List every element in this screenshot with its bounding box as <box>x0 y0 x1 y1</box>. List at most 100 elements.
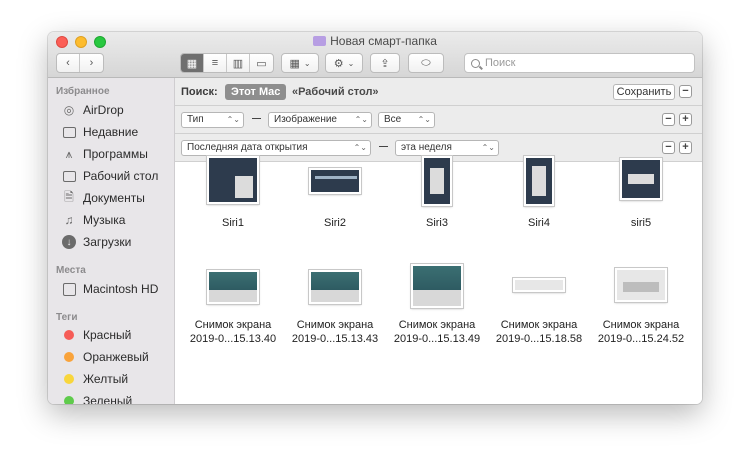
sidebar-tag-yellow[interactable]: Желтый <box>62 370 128 388</box>
documents-icon: 🗎 <box>64 189 74 204</box>
file-item[interactable]: siri5 <box>591 156 691 256</box>
updown-icon: ⌃⌄ <box>481 143 495 152</box>
tags-button[interactable]: ⬭ <box>408 53 444 73</box>
rule1-operator-popup[interactable]: Изображение ⌃⌄ <box>268 112 372 128</box>
favorites-header: Избранное <box>56 86 110 97</box>
desktop-icon <box>62 169 76 183</box>
titlebar: Новая смарт-папка ‹ › ▦ ≡ ▥ ▭ ▦⌄ ⚙⌄ ⇪ <box>48 32 702 78</box>
file-thumbnail <box>207 156 259 204</box>
file-name-line2: 2019-0...15.18.58 <box>495 333 583 345</box>
file-item[interactable]: Снимок экрана 2019-0...15.13.43 <box>285 262 385 352</box>
rule2-operator-popup[interactable]: эта неделя ⌃⌄ <box>395 140 499 156</box>
tag-dot-icon <box>64 396 74 404</box>
action-button[interactable]: ⚙ ⌄ <box>325 53 363 73</box>
smart-folder-icon <box>313 36 327 46</box>
downloads-icon: ↓ <box>62 235 76 249</box>
places-header: Места <box>56 265 86 276</box>
search-field[interactable]: Поиск <box>464 53 695 73</box>
file-item[interactable]: Снимок экрана 2019-0...15.13.40 <box>183 262 283 352</box>
search-icon <box>471 58 480 68</box>
file-thumbnail <box>615 268 667 302</box>
file-thumbnail <box>524 156 554 206</box>
columns-icon[interactable]: ▥ <box>227 54 250 72</box>
sidebar-tag-green[interactable]: Зеленый <box>62 392 132 404</box>
file-name-line1: Снимок экрана <box>194 319 272 331</box>
scope-label: Поиск: <box>181 86 218 98</box>
sidebar-item-music[interactable]: ♫ Музыка <box>62 211 126 229</box>
file-name-line2: 2019-0...15.24.52 <box>597 333 685 345</box>
sidebar-tag-orange[interactable]: Оранжевый <box>62 348 149 366</box>
rule2-operator: эта неделя <box>401 142 452 153</box>
file-name: siri5 <box>630 217 652 229</box>
rule2-attribute-popup[interactable]: Последняя дата открытия ⌃⌄ <box>181 140 371 156</box>
updown-icon: ⌃⌄ <box>354 115 368 124</box>
search-scope-bar: Поиск: Этот Mac «Рабочий стол» Сохранить… <box>175 78 702 106</box>
list-icon[interactable]: ≡ <box>204 54 227 72</box>
rule-dash <box>252 118 261 119</box>
back-button[interactable]: ‹ <box>57 54 80 72</box>
sidebar-item-recents[interactable]: Недавние <box>62 123 138 141</box>
add-rule-button[interactable]: + <box>679 141 692 154</box>
rule1-attribute: Тип <box>187 114 204 125</box>
window-title: Новая смарт-папка <box>48 34 702 48</box>
sidebar-item-macintosh-hd[interactable]: Macintosh HD <box>62 280 158 298</box>
file-name-line1: Снимок экрана <box>296 319 374 331</box>
file-grid: Siri1 Siri2 Siri3 Siri4 siri5 Снимок экр… <box>175 156 702 404</box>
share-icon: ⇪ <box>380 57 390 70</box>
rule1-attribute-popup[interactable]: Тип ⌃⌄ <box>181 112 244 128</box>
add-rule-button[interactable]: + <box>679 113 692 126</box>
file-thumbnail <box>411 264 463 308</box>
sidebar-item-desktop[interactable]: Рабочий стол <box>62 167 158 185</box>
file-item[interactable]: Снимок экрана 2019-0...15.13.49 <box>387 262 487 352</box>
sidebar-item-label: Рабочий стол <box>83 169 159 183</box>
gallery-icon[interactable]: ▭ <box>250 54 273 72</box>
file-name-line1: Снимок экрана <box>500 319 578 331</box>
file-item[interactable]: Снимок экрана 2019-0...15.24.52 <box>591 262 691 352</box>
sidebar: Избранное ◎ AirDrop Недавние ⩚ Программы… <box>48 78 175 404</box>
sidebar-item-airdrop[interactable]: ◎ AirDrop <box>62 101 124 119</box>
scope-this-mac[interactable]: Этот Mac <box>225 84 287 100</box>
file-name: Siri4 <box>527 217 550 229</box>
file-name-line2: 2019-0...15.13.40 <box>189 333 277 345</box>
save-button[interactable]: Сохранить <box>613 84 675 100</box>
group-button[interactable]: ▦ ⌄ <box>281 53 319 73</box>
file-item[interactable]: Снимок экрана 2019-0...15.18.58 <box>489 262 589 352</box>
window-title-text: Новая смарт-папка <box>330 34 437 48</box>
group-grid-icon: ▦ <box>289 57 300 70</box>
file-thumbnail <box>309 168 361 194</box>
file-item[interactable]: Siri2 <box>285 156 385 256</box>
tag-dot-icon <box>64 352 74 362</box>
updown-icon: ⌃⌄ <box>353 143 367 152</box>
scope-desktop[interactable]: «Рабочий стол» <box>292 86 379 98</box>
view-mode-control: ▦ ≡ ▥ ▭ <box>180 53 274 73</box>
file-thumbnail <box>207 270 259 304</box>
disk-icon <box>62 282 76 296</box>
sidebar-item-label: Программы <box>83 147 148 161</box>
file-item[interactable]: Siri4 <box>489 156 589 256</box>
forward-button[interactable]: › <box>80 54 103 72</box>
share-button[interactable]: ⇪ <box>370 53 400 73</box>
updown-icon: ⌃⌄ <box>226 115 240 124</box>
sidebar-item-applications[interactable]: ⩚ Программы <box>62 145 148 163</box>
remove-rule-button[interactable]: − <box>662 141 675 154</box>
remove-rule-button[interactable]: − <box>662 113 675 126</box>
file-item[interactable]: Siri1 <box>183 156 283 256</box>
nav-buttons: ‹ › <box>56 53 104 73</box>
rule-dash <box>379 146 388 147</box>
stage: Новая смарт-папка ‹ › ▦ ≡ ▥ ▭ ▦⌄ ⚙⌄ ⇪ <box>0 0 750 466</box>
chevron-down-icon: ⌄ <box>347 58 355 68</box>
rule1-value-popup[interactable]: Все ⌃⌄ <box>378 112 435 128</box>
file-item[interactable]: Siri3 <box>387 156 487 256</box>
tag-dot-icon <box>64 330 74 340</box>
file-name: Siri2 <box>323 217 346 229</box>
sidebar-item-documents[interactable]: 🗎 Документы <box>62 189 145 207</box>
sidebar-item-label: Недавние <box>83 125 139 139</box>
recents-icon <box>62 125 76 139</box>
tag-icon: ⬭ <box>421 56 431 69</box>
sidebar-tag-red[interactable]: Красный <box>62 326 131 344</box>
file-name: Siri3 <box>425 217 448 229</box>
grid-icon[interactable]: ▦ <box>181 54 204 72</box>
sidebar-item-downloads[interactable]: ↓ Загрузки <box>62 233 131 251</box>
file-name-line1: Снимок экрана <box>602 319 680 331</box>
remove-scope-button[interactable]: − <box>679 85 692 98</box>
